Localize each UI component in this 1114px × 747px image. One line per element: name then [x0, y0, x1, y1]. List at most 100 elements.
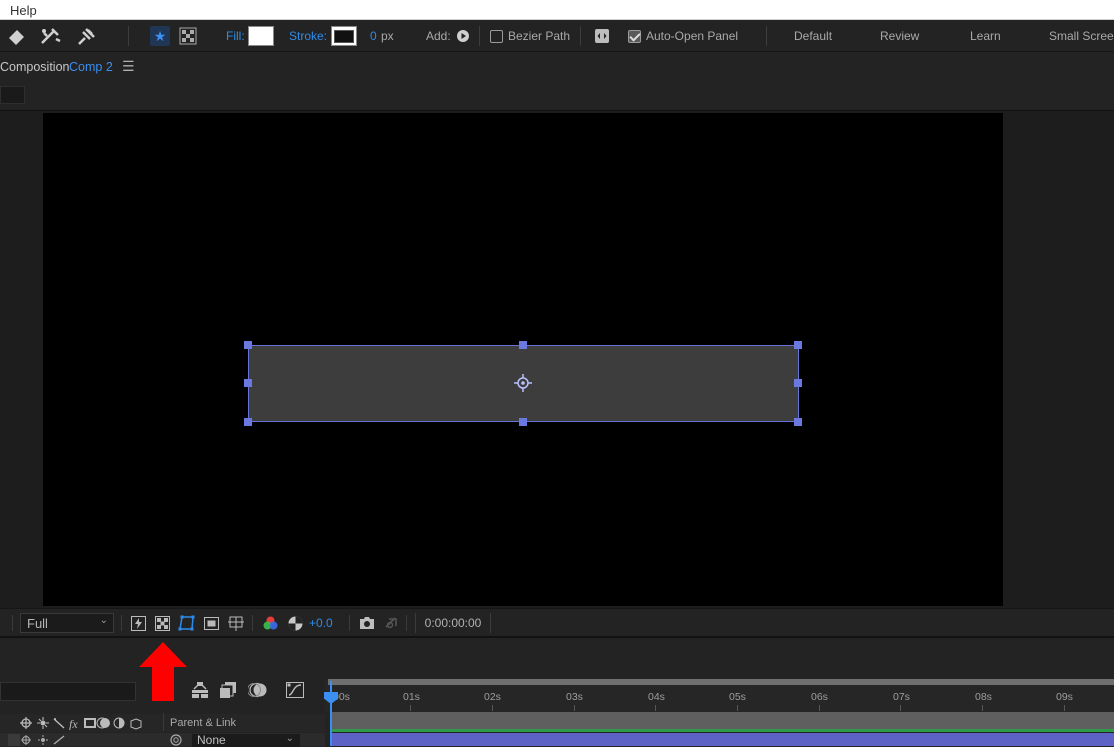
auto-open-panel-label: Auto-Open Panel	[646, 29, 739, 43]
rgb-channels-icon	[263, 616, 278, 629]
bezier-path-checkbox[interactable]: Bezier Path	[490, 20, 570, 52]
checkerboard-icon	[155, 615, 170, 631]
transform-handle-top-left[interactable]	[244, 341, 252, 349]
auto-open-checkbox-box[interactable]	[628, 29, 641, 43]
stroke-width-unit: px	[381, 29, 394, 43]
ruler-tick-label: 05s	[729, 691, 746, 703]
cache-indicator-bar	[330, 729, 1114, 732]
resolution-select[interactable]: Full ⌄	[20, 609, 114, 637]
parent-select-value: None	[197, 733, 226, 747]
layer-row-switches[interactable]	[8, 734, 68, 746]
tool-star-toggle[interactable]: ★	[150, 20, 170, 52]
work-area-bar[interactable]	[328, 679, 1114, 685]
transform-handle-top-right[interactable]	[794, 341, 802, 349]
comp-name-tab[interactable]: Comp 2	[69, 60, 113, 74]
composition-panel-header: Composition Comp 2 ☰	[0, 52, 1114, 82]
comp-flowchart-button[interactable]	[190, 681, 210, 702]
camera-icon	[360, 617, 374, 629]
workspace-learn[interactable]: Learn	[970, 20, 1001, 52]
graph-editor-icon	[286, 682, 304, 698]
fast-previews-button[interactable]	[130, 609, 147, 637]
draft-3d-button[interactable]	[219, 681, 237, 702]
anchor-point-icon[interactable]	[513, 373, 533, 393]
chevron-down-icon: ⌄	[99, 615, 108, 626]
stacked-layers-icon	[220, 682, 236, 698]
puppet-pin-icon	[78, 28, 95, 45]
mask-path-icon	[178, 615, 195, 631]
add-label: Add:	[426, 29, 451, 43]
take-snapshot-button[interactable]	[358, 609, 376, 637]
ruler-tick	[410, 705, 411, 711]
transform-handle-top-center[interactable]	[519, 341, 527, 349]
stroke-label[interactable]: Stroke:	[289, 20, 327, 52]
transform-handle-middle-left[interactable]	[244, 379, 252, 387]
ruler-tick	[655, 705, 656, 711]
show-snapshot-button[interactable]	[383, 609, 400, 637]
region-of-interest-button[interactable]	[203, 609, 220, 637]
region-of-interest-icon	[204, 616, 219, 630]
panel-menu-icon[interactable]: ☰	[122, 58, 135, 75]
ruler-tick	[574, 705, 575, 711]
show-channel-button[interactable]	[262, 609, 279, 637]
bezier-checkbox-box[interactable]	[490, 29, 503, 43]
toggle-mask-visibility-button[interactable]	[178, 609, 196, 637]
mask-mode-toggle[interactable]	[179, 20, 197, 52]
ruler-tick-label: 08s	[975, 691, 992, 703]
resolution-value: Full	[27, 615, 48, 631]
menu-bar: Help	[0, 0, 1114, 20]
playhead-line[interactable]	[330, 681, 332, 746]
workspace-toggle-button[interactable]	[594, 20, 610, 52]
ruler-tick-label: 02s	[484, 691, 501, 703]
exposure-value[interactable]: +0.0	[309, 609, 333, 637]
workspace-review[interactable]: Review	[880, 20, 919, 52]
comp-duration-track[interactable]	[330, 712, 1114, 729]
composition-panel-label[interactable]: Composition	[0, 60, 69, 74]
ruler-tick-label: 01s	[403, 691, 420, 703]
star-icon: ★	[150, 26, 170, 46]
eraser-tool[interactable]	[6, 20, 28, 52]
layer-search-input[interactable]	[0, 682, 136, 701]
transform-handle-bottom-right[interactable]	[794, 418, 802, 426]
bezier-path-label: Bezier Path	[508, 29, 571, 43]
menu-help[interactable]: Help	[10, 3, 37, 18]
stroke-width-value[interactable]: 0	[370, 20, 377, 52]
ruler-tick-label: 06s	[811, 691, 828, 703]
flowchart-icon	[192, 682, 208, 698]
current-time-display[interactable]: 0:00:00:00	[415, 609, 491, 637]
parent-select[interactable]: None ⌄	[192, 733, 300, 747]
fill-label[interactable]: Fill:	[226, 20, 245, 52]
transparency-grid-button[interactable]	[154, 609, 171, 637]
layer-switches-icons[interactable]: fx	[18, 716, 163, 730]
eraser-icon	[9, 30, 24, 45]
reset-exposure-button[interactable]	[287, 609, 304, 637]
transform-handle-bottom-center[interactable]	[519, 418, 527, 426]
auto-open-panel-checkbox[interactable]: Auto-Open Panel	[628, 20, 738, 52]
ruler-tick-label: 07s	[893, 691, 910, 703]
transform-handle-middle-right[interactable]	[794, 379, 802, 387]
ruler-tick	[1064, 705, 1065, 711]
transform-handle-bottom-left[interactable]	[244, 418, 252, 426]
chevron-down-icon: ⌄	[285, 733, 294, 744]
viewer-control-bar: Full ⌄ +0.0 0:00:00:00	[0, 608, 1114, 636]
workspace-small-screen[interactable]: Small Screen	[1049, 20, 1114, 52]
checkerboard-icon	[179, 27, 197, 45]
ruler-tick	[737, 705, 738, 711]
comp-sub-tab[interactable]	[0, 86, 25, 104]
graph-editor-button[interactable]	[285, 681, 305, 702]
stroke-swatch[interactable]	[331, 20, 357, 52]
fill-swatch[interactable]	[248, 20, 274, 52]
pick-whip-icon[interactable]	[169, 733, 183, 746]
ruler-tick-label: 09s	[1056, 691, 1073, 703]
workspace-default[interactable]: Default	[794, 20, 832, 52]
roto-brush-tool[interactable]	[38, 20, 64, 52]
parent-link-header: Parent & Link	[170, 717, 237, 729]
layer-duration-bar[interactable]	[330, 733, 1114, 746]
motion-blur-switch-button[interactable]	[247, 681, 268, 702]
add-dropdown[interactable]	[456, 20, 470, 52]
show-snapshot-icon	[385, 617, 397, 629]
puppet-pin-tool[interactable]	[74, 20, 98, 52]
ruler-tick	[819, 705, 820, 711]
fast-previews-icon	[131, 615, 146, 631]
timecode-value: 0:00:00:00	[415, 613, 491, 633]
grid-guides-button[interactable]	[227, 609, 245, 637]
